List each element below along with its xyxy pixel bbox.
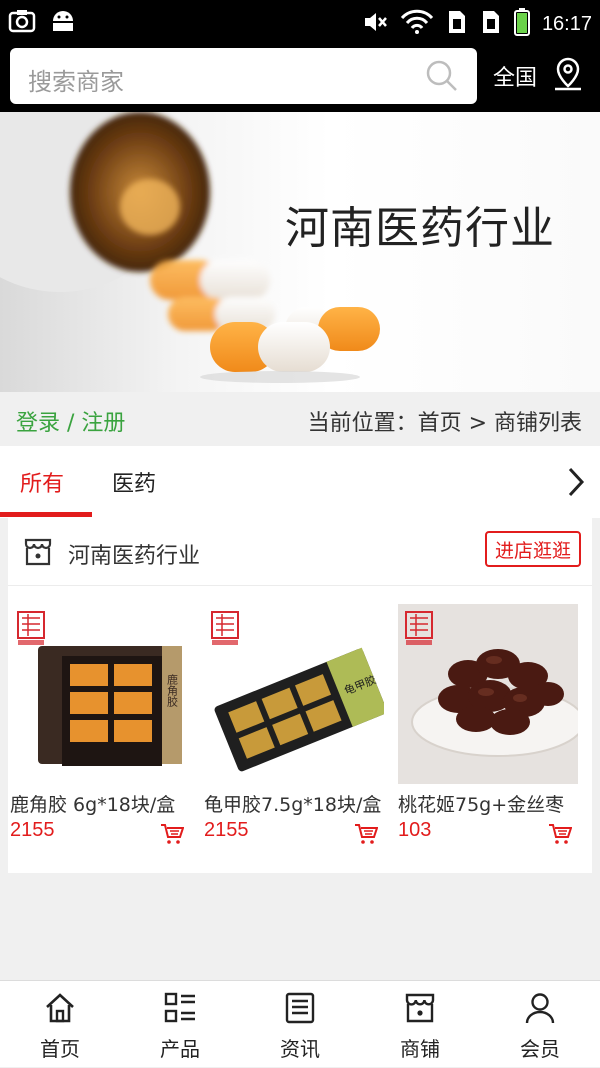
banner-title: 河南医药行业	[285, 203, 555, 254]
search-header: 搜索商家 全国	[0, 44, 600, 112]
store-icon	[22, 536, 54, 572]
cart-icon[interactable]	[160, 823, 185, 849]
nav-shops-label: 商铺	[400, 1037, 440, 1061]
home-icon	[43, 991, 77, 1029]
nav-shops[interactable]: 商铺	[360, 981, 480, 1068]
store-icon	[403, 991, 437, 1029]
shop-name[interactable]: 河南医药行业	[68, 538, 200, 570]
list-icon	[163, 991, 197, 1029]
shop-header: 河南医药行业 进店逛逛	[8, 518, 592, 586]
nav-news-label: 资讯	[280, 1037, 320, 1061]
mute-icon	[362, 9, 388, 39]
tab-all[interactable]: 所有	[20, 466, 64, 498]
nav-member-label: 会员	[520, 1037, 560, 1061]
bottom-nav: 首页 产品 资讯 商铺 会员	[0, 980, 600, 1067]
nav-products[interactable]: 产品	[120, 981, 240, 1068]
nav-products-label: 产品	[160, 1037, 200, 1061]
breadcrumb: 当前位置：首页 > 商铺列表	[307, 411, 582, 436]
region-selector[interactable]: 全国	[493, 60, 537, 92]
nav-news[interactable]: 资讯	[240, 981, 360, 1068]
shop-card: 河南医药行业 进店逛逛 鹿角胶 鹿角胶 6g*18块/盒 2155 龟甲胶 龟甲…	[8, 518, 592, 873]
nav-home[interactable]: 首页	[0, 981, 120, 1068]
sim1-icon	[446, 9, 468, 39]
wifi-icon	[400, 9, 434, 39]
status-bar: 16:17	[0, 0, 600, 44]
login-register-link[interactable]: 登录 / 注册	[16, 405, 125, 437]
search-input[interactable]: 搜索商家	[10, 48, 477, 104]
product-card[interactable]: 龟甲胶 龟甲胶7.5g*18块/盒 2155	[204, 604, 384, 844]
chevron-right-icon[interactable]	[566, 466, 586, 502]
nav-member[interactable]: 会员	[480, 981, 600, 1068]
category-tabs: 所有 医药	[0, 446, 600, 518]
cart-icon[interactable]	[548, 823, 573, 849]
product-name[interactable]: 桃花姬75g+金丝枣	[398, 790, 576, 817]
status-time: 16:17	[541, 12, 592, 35]
battery-icon	[513, 8, 530, 40]
user-icon	[523, 991, 557, 1029]
sim2-icon	[480, 9, 502, 39]
screenshot-icon	[8, 8, 36, 38]
android-icon	[50, 8, 76, 38]
product-name[interactable]: 鹿角胶 6g*18块/盒	[10, 790, 188, 817]
product-image[interactable]: 鹿角胶	[10, 604, 190, 784]
product-name[interactable]: 龟甲胶7.5g*18块/盒	[204, 790, 382, 817]
nav-home-label: 首页	[40, 1037, 80, 1061]
cart-icon[interactable]	[354, 823, 379, 849]
banner[interactable]: 河南医药行业	[0, 112, 600, 392]
search-placeholder: 搜索商家	[28, 68, 124, 96]
news-icon	[283, 991, 317, 1029]
product-image[interactable]: 龟甲胶	[204, 604, 384, 784]
box-label: 鹿角胶	[166, 673, 179, 708]
search-icon[interactable]	[425, 59, 459, 97]
product-card[interactable]: 鹿角胶 鹿角胶 6g*18块/盒 2155	[10, 604, 190, 844]
tab-medicine[interactable]: 医药	[112, 466, 156, 498]
enter-shop-button[interactable]: 进店逛逛	[485, 531, 581, 567]
product-image[interactable]	[398, 604, 578, 784]
active-tab-indicator	[0, 512, 92, 517]
product-card[interactable]: 桃花姬75g+金丝枣 103	[398, 604, 578, 844]
location-pin-icon[interactable]	[552, 56, 584, 96]
breadcrumb-bar: 登录 / 注册 当前位置：首页 > 商铺列表	[0, 392, 600, 446]
